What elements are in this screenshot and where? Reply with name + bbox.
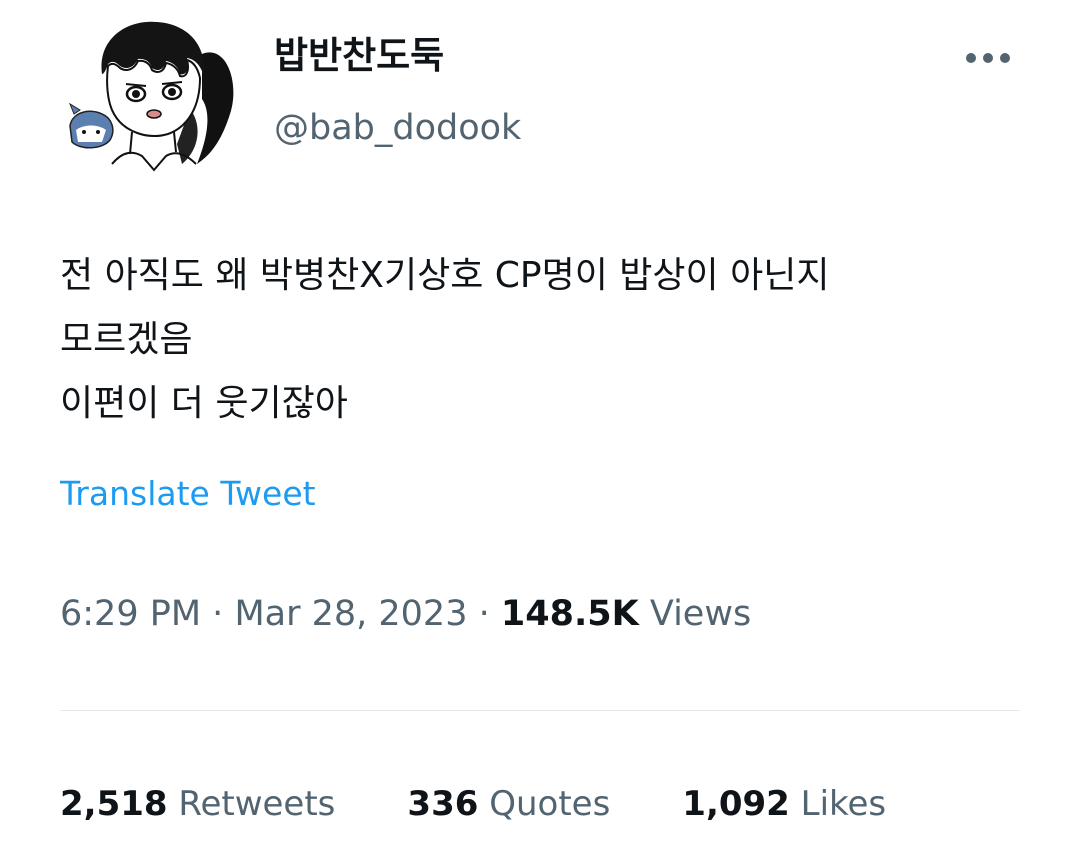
tweet-text: 전 아직도 왜 박병찬X기상호 CP명이 밥상이 아닌지 모르겠음 이편이 더 … xyxy=(60,244,1040,436)
more-dots-icon-dot xyxy=(983,53,993,63)
tweet-line: 이편이 더 웃기잖아 xyxy=(60,383,348,424)
retweets-stat[interactable]: 2,518 Retweets xyxy=(60,780,335,828)
translate-tweet-link[interactable]: Translate Tweet xyxy=(60,472,316,516)
tweet-line: 전 아직도 왜 박병찬X기상호 CP명이 밥상이 아닌지 xyxy=(60,255,830,296)
meta-separator: · xyxy=(212,594,224,634)
quotes-label: Quotes xyxy=(489,784,611,824)
divider xyxy=(60,710,1020,711)
tweet-time[interactable]: 6:29 PM xyxy=(60,594,201,634)
display-name[interactable]: 밥반찬도둑 xyxy=(274,32,444,80)
retweets-label: Retweets xyxy=(178,784,336,824)
tweet-line: 모르겠음 xyxy=(60,319,193,360)
retweets-count: 2,518 xyxy=(60,784,168,824)
user-handle[interactable]: @bab_dodook xyxy=(274,104,521,152)
likes-count: 1,092 xyxy=(682,784,790,824)
tweet-date[interactable]: Mar 28, 2023 xyxy=(234,594,467,634)
tweet-meta: 6:29 PM · Mar 28, 2023 · 148.5K Views xyxy=(60,590,751,638)
likes-label: Likes xyxy=(800,784,887,824)
more-dots-icon-dot xyxy=(1000,53,1010,63)
avatar[interactable] xyxy=(62,14,240,186)
meta-separator: · xyxy=(478,594,490,634)
more-options-button[interactable] xyxy=(958,40,1018,76)
views-label: Views xyxy=(649,594,752,634)
cartoon-avatar-icon xyxy=(68,21,234,172)
likes-stat[interactable]: 1,092 Likes xyxy=(682,780,886,828)
quotes-count: 336 xyxy=(407,784,479,824)
tweet-stats: 2,518 Retweets 336 Quotes 1,092 Likes xyxy=(60,780,886,828)
more-dots-icon xyxy=(966,53,976,63)
quotes-stat[interactable]: 336 Quotes xyxy=(407,780,610,828)
views-count: 148.5K xyxy=(500,594,639,634)
